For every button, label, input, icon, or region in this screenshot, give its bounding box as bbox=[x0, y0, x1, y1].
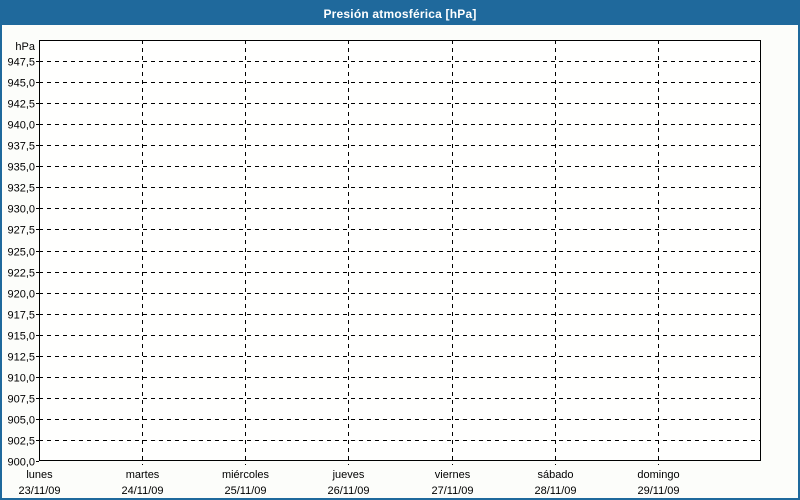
y-tick-label: 922,5 bbox=[7, 268, 35, 280]
y-tick-label: 947,5 bbox=[7, 57, 35, 69]
chart-title: Presión atmosférica [hPa] bbox=[323, 6, 477, 21]
x-day-label: jueves bbox=[332, 469, 365, 481]
x-date-label: 29/11/09 bbox=[637, 485, 679, 497]
pressure-chart: 900,0 902,5 905,0 907,5 910,0 912,5 915,0 917,5… bbox=[7, 40, 761, 497]
x-date-label: 26/11/09 bbox=[327, 485, 369, 497]
y-tick-label: 900,0 bbox=[7, 457, 35, 469]
x-date-label: 28/11/09 bbox=[534, 485, 576, 497]
x-date-label: 27/11/09 bbox=[431, 485, 473, 497]
y-tick-label: 910,0 bbox=[7, 373, 35, 385]
x-day-label: domingo bbox=[637, 469, 679, 481]
y-tick-label: 940,0 bbox=[7, 120, 35, 132]
x-day-label: sábado bbox=[537, 469, 573, 481]
y-axis-unit-label: hPa bbox=[15, 41, 35, 53]
y-tick-label: 932,5 bbox=[7, 183, 35, 195]
y-tick-label: 945,0 bbox=[7, 78, 35, 90]
y-tick-label: 920,0 bbox=[7, 289, 35, 301]
chart-title-bar: Presión atmosférica [hPa] bbox=[2, 2, 798, 25]
y-tick-label: 942,5 bbox=[7, 99, 35, 111]
y-tick-label: 927,5 bbox=[7, 225, 35, 237]
x-day-label: lunes bbox=[26, 469, 53, 481]
y-tick-label: 912,5 bbox=[7, 352, 35, 364]
x-day-label: viernes bbox=[435, 469, 471, 481]
y-tick-label: 907,5 bbox=[7, 394, 35, 406]
x-date-label: 24/11/09 bbox=[121, 485, 163, 497]
x-date-label: 23/11/09 bbox=[18, 485, 60, 497]
x-date-label: 25/11/09 bbox=[224, 485, 266, 497]
y-tick-label: 925,0 bbox=[7, 247, 35, 259]
y-tick-label: 937,5 bbox=[7, 141, 35, 153]
x-day-label: miércoles bbox=[222, 469, 270, 481]
y-tick-label: 905,0 bbox=[7, 415, 35, 427]
y-tick-label: 930,0 bbox=[7, 204, 35, 216]
y-tick-label: 917,5 bbox=[7, 310, 35, 322]
y-tick-label: 935,0 bbox=[7, 162, 35, 174]
x-day-label: martes bbox=[126, 469, 160, 481]
y-tick-label: 915,0 bbox=[7, 331, 35, 343]
y-tick-label: 902,5 bbox=[7, 436, 35, 448]
pressure-chart-window: Presión atmosférica [hPa] 900,0 902,5 905,… bbox=[0, 0, 800, 500]
